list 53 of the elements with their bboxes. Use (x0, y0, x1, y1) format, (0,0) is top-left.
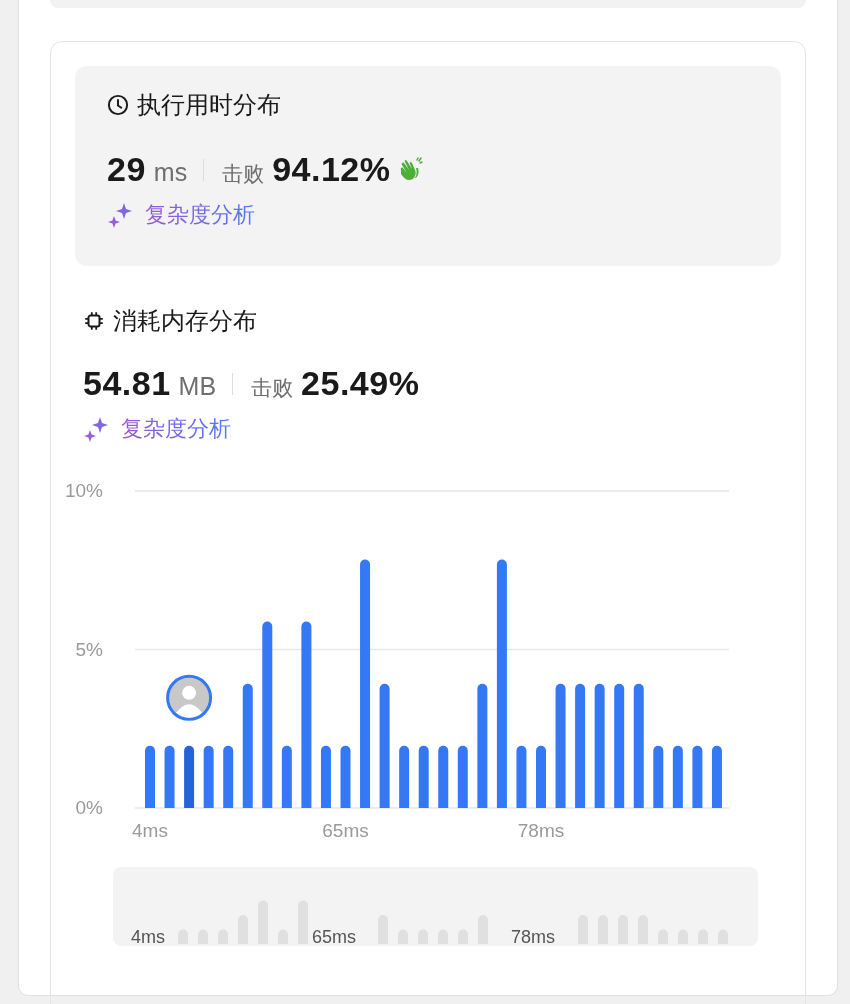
bar[interactable] (301, 621, 312, 808)
navigator-label: 4ms (131, 927, 165, 946)
bar[interactable] (477, 683, 488, 808)
bar[interactable] (457, 745, 468, 808)
bar[interactable] (340, 745, 351, 808)
navigator-label: 78ms (511, 927, 555, 946)
navigator-label: 65ms (312, 927, 356, 946)
y-axis-label: 10% (64, 480, 103, 501)
bar[interactable] (223, 745, 234, 808)
unit-label: ms (153, 158, 188, 187)
bar[interactable] (672, 745, 683, 808)
beats-label: 击败 (251, 375, 294, 401)
bar[interactable] (555, 683, 566, 808)
y-axis-label: 5% (75, 638, 103, 660)
beats-percentage: 25.49% (301, 364, 420, 403)
bar[interactable] (536, 745, 546, 808)
section-title: 执行用时分布 (137, 90, 281, 120)
unit-label: MB (178, 372, 217, 401)
bar[interactable] (653, 745, 664, 808)
beats-label: 击败 (222, 161, 265, 187)
bar[interactable] (418, 745, 429, 808)
bar[interactable] (203, 745, 214, 808)
chip-icon (83, 310, 105, 332)
bar[interactable] (399, 745, 410, 808)
range-navigator[interactable]: 4ms 65ms 78ms (113, 867, 758, 946)
bar[interactable] (594, 683, 605, 808)
bar[interactable] (379, 683, 390, 808)
bar[interactable] (281, 745, 292, 808)
beats-percentage: 94.12% (272, 150, 391, 189)
bar[interactable] (360, 559, 371, 808)
bar[interactable] (320, 745, 331, 808)
y-axis-label: 0% (75, 797, 103, 818)
bar[interactable] (711, 745, 722, 808)
x-axis-label: 65ms (322, 820, 369, 841)
clock-icon (107, 94, 129, 116)
bar[interactable] (242, 683, 253, 808)
bar[interactable] (145, 745, 155, 808)
bar[interactable] (614, 683, 625, 808)
bar[interactable] (184, 745, 195, 808)
avatar-icon (166, 674, 213, 721)
bar[interactable] (262, 621, 273, 808)
bar[interactable] (575, 683, 586, 808)
bar[interactable] (516, 745, 527, 808)
x-axis-label: 78ms (517, 820, 565, 841)
memory-value: 54.81 (83, 364, 171, 403)
bar[interactable] (633, 683, 644, 808)
section-title: 消耗内存分布 (113, 306, 257, 336)
bar[interactable] (438, 745, 449, 808)
x-axis-label: 4ms (132, 820, 168, 841)
runtime-value: 29 (107, 150, 146, 189)
bar[interactable] (692, 745, 703, 808)
bar[interactable] (164, 745, 175, 808)
bar[interactable] (496, 559, 507, 808)
